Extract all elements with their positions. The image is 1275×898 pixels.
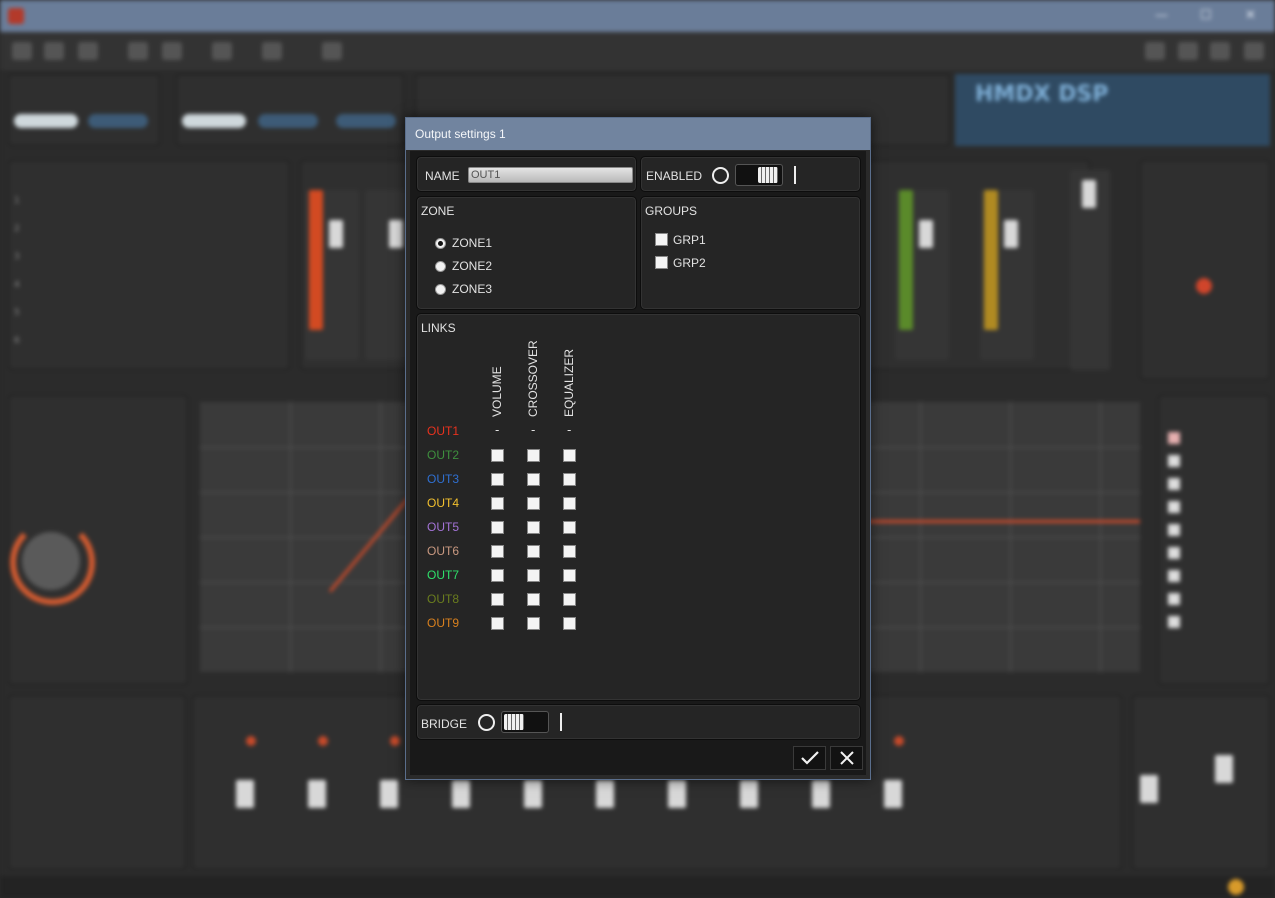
enabled-section: ENABLED: [640, 156, 861, 192]
output-label: OUT7: [427, 568, 460, 582]
enabled-toggle[interactable]: [735, 164, 783, 186]
bridge-label: BRIDGE: [421, 717, 468, 731]
link-volume-checkbox[interactable]: [491, 497, 504, 510]
link-equalizer-checkbox[interactable]: [563, 521, 576, 534]
enabled-label: ENABLED: [646, 169, 703, 183]
link-equalizer-checkbox[interactable]: [563, 617, 576, 630]
bridge-section: BRIDGE: [416, 704, 861, 740]
link-equalizer-checkbox[interactable]: [563, 593, 576, 606]
power-on-icon: [560, 713, 562, 731]
link-self-marker: -: [567, 423, 572, 437]
app-titlebar: — ☐ ✕: [0, 0, 1275, 32]
link-volume-checkbox[interactable]: [491, 545, 504, 558]
app-icon: [8, 8, 24, 24]
volume-column-header: VOLUME: [490, 366, 504, 417]
toggle-knob[interactable]: [758, 167, 778, 183]
status-bar: [0, 876, 1275, 898]
app-toolbar: [0, 32, 1275, 72]
power-off-icon: [712, 167, 729, 184]
name-label: NAME: [425, 169, 460, 183]
output-label: OUT8: [427, 592, 460, 606]
grp1-checkbox[interactable]: [655, 233, 668, 246]
output-label: OUT1: [427, 424, 460, 438]
output-settings-dialog: Output settings 1 NAME OUT1 ENABLED ZONE…: [405, 117, 871, 780]
output-label: OUT9: [427, 616, 460, 630]
link-crossover-checkbox[interactable]: [527, 569, 540, 582]
groups-section: GROUPS GRP1 GRP2: [640, 196, 861, 310]
bridge-toggle[interactable]: [501, 711, 549, 733]
position-marker: [1196, 278, 1212, 294]
output-label: OUT4: [427, 496, 460, 510]
output-label: OUT3: [427, 472, 460, 486]
zone2-label[interactable]: ZONE2: [452, 259, 492, 273]
zone3-label[interactable]: ZONE3: [452, 282, 492, 296]
power-off-icon: [478, 714, 495, 731]
zone1-label[interactable]: ZONE1: [452, 236, 492, 250]
close-icon: [839, 751, 854, 765]
brand-logo: HMDX DSP: [975, 82, 1109, 107]
link-volume-checkbox[interactable]: [491, 521, 504, 534]
cancel-button[interactable]: [830, 746, 863, 770]
zone3-radio[interactable]: [435, 284, 446, 295]
link-equalizer-checkbox[interactable]: [563, 473, 576, 486]
link-crossover-checkbox[interactable]: [527, 617, 540, 630]
dialog-body: NAME OUT1 ENABLED ZONE ZONE1 ZONE2 ZONE3…: [410, 151, 866, 775]
link-crossover-checkbox[interactable]: [527, 497, 540, 510]
links-label: LINKS: [421, 321, 456, 335]
link-self-marker: -: [531, 423, 536, 437]
dialog-title: Output settings 1: [415, 127, 506, 141]
dialog-titlebar: Output settings 1: [406, 118, 870, 150]
zone2-radio[interactable]: [435, 261, 446, 272]
link-equalizer-checkbox[interactable]: [563, 449, 576, 462]
link-crossover-checkbox[interactable]: [527, 545, 540, 558]
zone-label: ZONE: [421, 204, 455, 218]
checkmark-icon: [800, 751, 819, 765]
link-equalizer-checkbox[interactable]: [563, 569, 576, 582]
link-equalizer-checkbox[interactable]: [563, 497, 576, 510]
link-volume-checkbox[interactable]: [491, 617, 504, 630]
links-section: LINKS VOLUME CROSSOVER EQUALIZER OUT1 - - -…: [416, 313, 861, 701]
close-window-icon: ✕: [1245, 8, 1256, 23]
link-crossover-checkbox[interactable]: [527, 521, 540, 534]
equalizer-column-header: EQUALIZER: [562, 348, 576, 417]
grp2-checkbox[interactable]: [655, 256, 668, 269]
groups-label: GROUPS: [645, 204, 698, 218]
link-equalizer-checkbox[interactable]: [563, 545, 576, 558]
link-crossover-checkbox[interactable]: [527, 593, 540, 606]
name-section: NAME OUT1: [416, 156, 637, 192]
link-crossover-checkbox[interactable]: [527, 473, 540, 486]
output-label: OUT5: [427, 520, 460, 534]
link-volume-checkbox[interactable]: [491, 593, 504, 606]
link-crossover-checkbox[interactable]: [527, 449, 540, 462]
status-indicator-icon: [1228, 879, 1244, 895]
grp1-label[interactable]: GRP1: [673, 233, 706, 247]
grp2-label[interactable]: GRP2: [673, 256, 706, 270]
zone-section: ZONE ZONE1 ZONE2 ZONE3: [416, 196, 637, 310]
crossover-column-header: CROSSOVER: [526, 340, 540, 417]
toggle-knob[interactable]: [504, 714, 524, 730]
zone1-radio[interactable]: [435, 238, 446, 249]
link-volume-checkbox[interactable]: [491, 473, 504, 486]
ok-button[interactable]: [793, 746, 826, 770]
output-label: OUT6: [427, 544, 460, 558]
power-on-icon: [794, 166, 796, 184]
link-self-marker: -: [495, 423, 500, 437]
link-volume-checkbox[interactable]: [491, 569, 504, 582]
link-volume-checkbox[interactable]: [491, 449, 504, 462]
name-input[interactable]: OUT1: [468, 167, 633, 183]
minimize-icon: —: [1155, 8, 1168, 23]
maximize-icon: ☐: [1200, 8, 1212, 23]
output-label: OUT2: [427, 448, 460, 462]
